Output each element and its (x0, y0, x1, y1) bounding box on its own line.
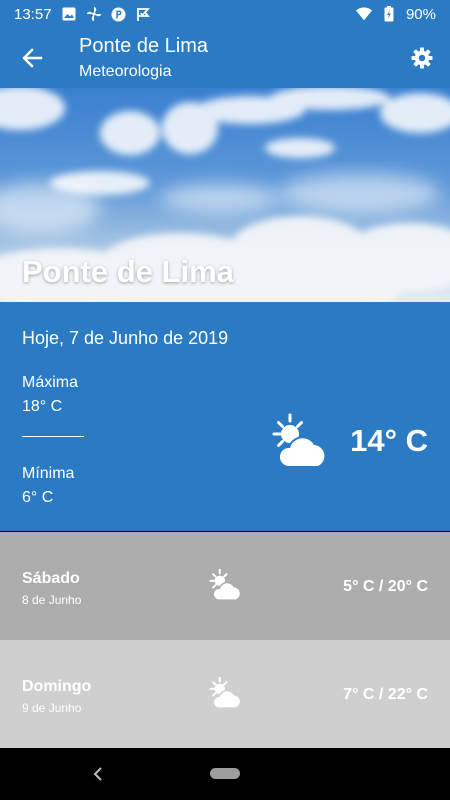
max-value: 18° C (22, 398, 63, 415)
partly-cloudy-icon (268, 412, 330, 477)
forecast-date: 9 de Junho (22, 701, 82, 715)
divider (22, 436, 84, 437)
app-bar: Ponte de Lima Meteorologia (0, 28, 450, 88)
partly-cloudy-icon (207, 568, 243, 608)
forecast-day: Domingo (22, 678, 92, 695)
app-subtitle: Meteorologia (79, 63, 172, 80)
current-temperature: 14° C (350, 423, 428, 458)
battery-icon (381, 6, 397, 22)
status-bar: 13:57 90% (0, 0, 450, 28)
forecast-temperature: 5° C / 20° C (343, 578, 428, 595)
gear-icon (411, 47, 433, 69)
today-date: Hoje, 7 de Junho de 2019 (22, 328, 229, 348)
forecast-row-saturday[interactable]: Sábado 8 de Junho 5° C / 20° C (0, 532, 450, 640)
system-nav-bar (0, 748, 450, 800)
wifi-icon (355, 6, 372, 22)
hero-image: Ponte de Lima (0, 88, 450, 302)
status-left: 13:57 (14, 6, 152, 23)
min-label: Mínima (22, 465, 75, 482)
status-time: 13:57 (14, 5, 52, 23)
forecast-day: Sábado (22, 570, 80, 587)
fan-icon (86, 6, 102, 22)
forecast-row-sunday[interactable]: Domingo 9 de Junho 7° C / 22° C (0, 640, 450, 748)
image-icon (61, 6, 77, 22)
parking-icon (111, 6, 127, 22)
forecast-date: 8 de Junho (22, 593, 82, 607)
back-button[interactable] (16, 42, 48, 74)
status-right: 90% (355, 5, 436, 23)
flag-icon (136, 6, 152, 22)
today-panel: Hoje, 7 de Junho de 2019 Máxima 18° C Mí… (0, 302, 450, 531)
partly-cloudy-icon (207, 676, 243, 716)
battery-percent: 90% (405, 5, 436, 23)
hero-title: Ponte de Lima (22, 254, 234, 289)
nav-back-button[interactable] (88, 762, 108, 786)
app-title: Ponte de Lima (79, 35, 208, 57)
settings-button[interactable] (406, 42, 438, 74)
max-label: Máxima (22, 374, 79, 391)
min-value: 6° C (22, 489, 54, 506)
forecast-temperature: 7° C / 22° C (343, 686, 428, 703)
nav-home-pill[interactable] (210, 768, 240, 779)
arrow-left-icon (22, 48, 43, 68)
chevron-left-icon (93, 767, 102, 781)
